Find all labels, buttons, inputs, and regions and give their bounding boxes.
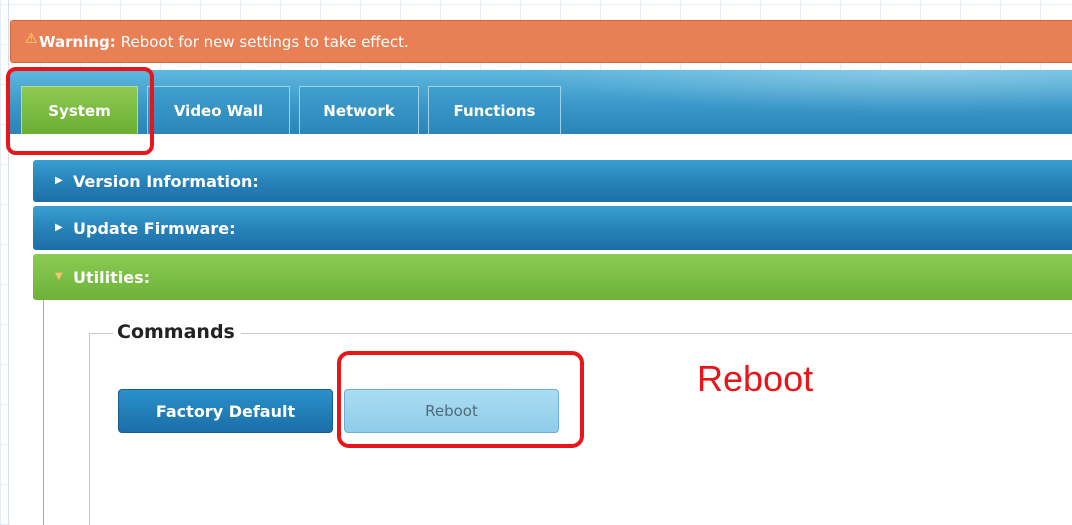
tab-video-wall-label: Video Wall (173, 101, 264, 120)
chevron-down-icon: ▼ (55, 271, 63, 282)
warning-banner: ⚠ Warning: Reboot for new settings to ta… (10, 20, 1072, 63)
accordion-update-firmware-label: Update Firmware: (73, 218, 236, 238)
accordion-utilities[interactable]: ▼ Utilities: (33, 254, 1072, 300)
tab-bar: System Video Wall Network Functions (10, 70, 1072, 134)
tab-bar-decoration (530, 70, 1072, 114)
tab-video-wall[interactable]: Video Wall (147, 86, 290, 134)
tab-network[interactable]: Network (299, 86, 419, 134)
accordion-update-firmware[interactable]: ▶ Update Firmware: (33, 206, 1072, 250)
chevron-right-icon: ▶ (55, 175, 63, 186)
factory-default-button-label: Factory Default (155, 401, 296, 421)
factory-default-button[interactable]: Factory Default (118, 389, 333, 433)
system-tab-highlight (6, 67, 154, 155)
tab-functions-label: Functions (453, 101, 536, 120)
reboot-button-highlight (337, 351, 584, 448)
accordion-version-information[interactable]: ▶ Version Information: (33, 160, 1072, 202)
accordion-version-information-label: Version Information: (73, 171, 259, 191)
warning-message: Reboot for new settings to take effect. (120, 32, 409, 51)
warning-label: Warning: (39, 32, 116, 51)
accordion-utilities-label: Utilities: (73, 267, 150, 287)
warning-triangle-icon: ⚠ (25, 31, 38, 47)
tab-network-label: Network (323, 101, 395, 120)
reboot-callout-text: Reboot (697, 358, 814, 399)
tab-functions[interactable]: Functions (428, 86, 561, 134)
chevron-right-icon: ▶ (55, 222, 63, 233)
commands-legend: Commands (113, 321, 241, 343)
